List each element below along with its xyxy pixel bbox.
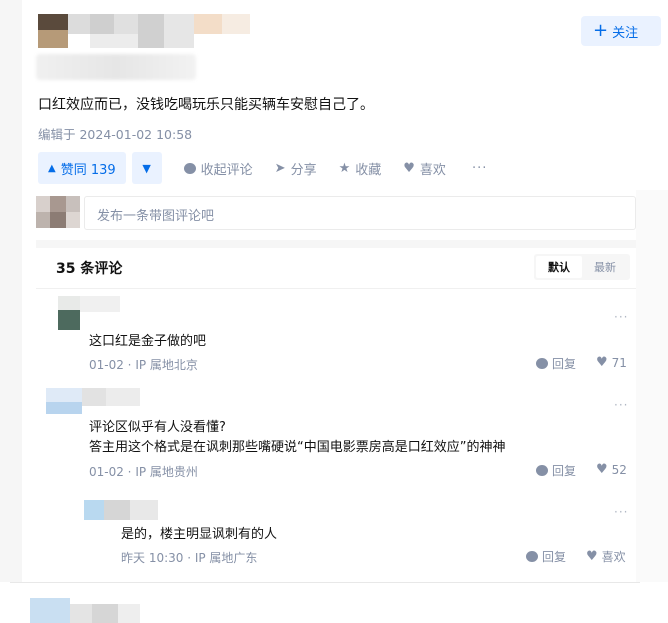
reply-label: 回复 <box>542 550 567 564</box>
comment-2-meta: 01-02 · IP 属地贵州 <box>89 465 198 479</box>
composer-avatar <box>36 196 80 228</box>
comments-count: 35 条评论 <box>56 261 123 277</box>
next-item-separator <box>10 582 640 583</box>
comment-1-reply-button[interactable]: 回复 <box>536 355 576 372</box>
comment-input[interactable]: 发布一条带图评论吧 <box>84 196 636 230</box>
downvote-button[interactable]: ▼ <box>131 152 162 184</box>
left-rail <box>0 0 22 623</box>
heart-icon: ♥ <box>596 462 608 477</box>
upvote-button[interactable]: ▲ 赞同 139 <box>38 152 126 184</box>
collapse-comments-label: 收起评论 <box>200 162 253 178</box>
header-separator <box>36 288 636 289</box>
answer-text: 口红效应而已，没钱吃喝玩乐只能买辆车安慰自己了。 <box>38 97 374 113</box>
comment-1-meta: 01-02 · IP 属地北京 <box>89 358 198 372</box>
triangle-up-icon: ▲ <box>48 162 56 174</box>
comment-3-meta: 昨天 10:30 · IP 属地广东 <box>121 551 258 565</box>
sort-latest-button[interactable]: 最新 <box>582 256 628 278</box>
triangle-down-icon: ▼ <box>142 161 151 175</box>
divider-band <box>36 240 636 248</box>
comment-3-more-button[interactable]: ··· <box>614 505 628 519</box>
follow-label: 关注 <box>612 25 639 41</box>
comment-1-more-button[interactable]: ··· <box>614 310 628 324</box>
comment-2-reply-button[interactable]: 回复 <box>536 462 576 479</box>
right-edge <box>636 190 668 590</box>
comment-2-more-button[interactable]: ··· <box>614 398 628 412</box>
comment-2-text-line1: 评论区似乎有人没看懂? <box>89 420 226 435</box>
answer-actions: ▲ 赞同 139 ▼ 收起评论 ➤ 分享 ★ 收藏 ♥ 喜欢 ··· <box>38 152 487 184</box>
author-headline-blurred <box>36 54 196 80</box>
comment-3-text: 是的，楼主明显讽刺有的人 <box>121 527 278 542</box>
comment-icon <box>183 162 196 174</box>
comment-3-reply-button[interactable]: 回复 <box>526 548 566 565</box>
like-count: 71 <box>611 355 627 370</box>
comment-1-like-button[interactable]: ♥ 71 <box>596 355 627 370</box>
sort-default-button[interactable]: 默认 <box>536 256 582 278</box>
comment-icon <box>536 358 548 369</box>
more-button[interactable]: ··· <box>472 161 487 176</box>
star-icon: ★ <box>338 160 351 176</box>
plus-icon: + <box>593 20 609 41</box>
comment-2-like-button[interactable]: ♥ 52 <box>596 462 627 477</box>
like-label: 喜欢 <box>419 162 446 178</box>
collapse-comments-button[interactable]: 收起评论 <box>183 159 253 178</box>
like-button[interactable]: ♥ 喜欢 <box>403 159 446 178</box>
reply-label: 回复 <box>552 464 577 478</box>
comment-2-text-line2: 答主用这个格式是在讽刺那些嘴硬说“中国电影票房高是口红效应”的神神 <box>89 440 506 455</box>
share-label: 分享 <box>290 162 317 178</box>
follow-button[interactable]: + 关注 <box>581 16 661 46</box>
more-label: ··· <box>471 160 488 176</box>
comment-1-text: 这口红是金子做的吧 <box>89 334 207 349</box>
share-button[interactable]: ➤ 分享 <box>275 159 317 178</box>
upvote-label: 赞同 139 <box>60 162 116 178</box>
paper-plane-icon: ➤ <box>274 160 286 176</box>
heart-icon: ♥ <box>596 355 608 370</box>
comment-3-like-button[interactable]: ♥ 喜欢 <box>586 548 626 565</box>
heart-icon: ♥ <box>586 549 598 564</box>
like-label: 喜欢 <box>601 550 626 564</box>
sort-toggle: 默认 最新 <box>534 254 630 280</box>
edit-time: 编辑于 2024-01-02 10:58 <box>38 127 193 142</box>
favorite-label: 收藏 <box>355 162 382 178</box>
comment-icon <box>526 551 538 562</box>
heart-icon: ♥ <box>403 160 415 176</box>
like-count: 52 <box>611 462 627 477</box>
reply-label: 回复 <box>552 357 577 371</box>
favorite-button[interactable]: ★ 收藏 <box>339 159 382 178</box>
comment-icon <box>536 465 548 476</box>
